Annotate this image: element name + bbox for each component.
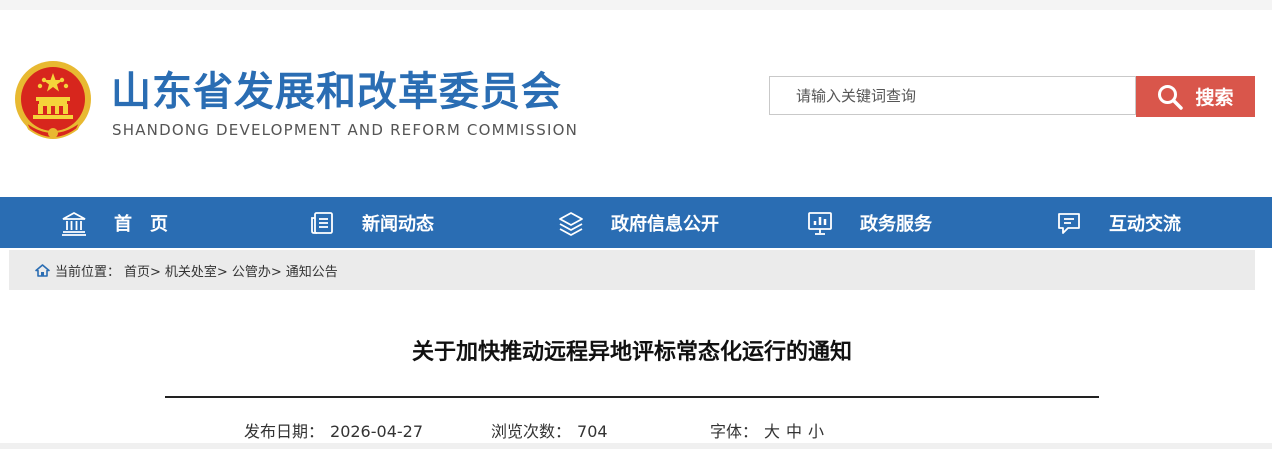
breadcrumb-item-departments[interactable]: 机关处室> — [165, 261, 228, 280]
font-size-small[interactable]: 小 — [808, 422, 824, 441]
nav-label-news: 新闻动态 — [362, 213, 434, 235]
breadcrumb: 当前位置： 首页> 机关处室> 公管办> 通知公告 — [9, 250, 1255, 290]
search-icon — [1158, 84, 1184, 110]
building-icon — [60, 209, 88, 237]
nav-item-gov-info[interactable]: 政府信息公开 — [557, 197, 719, 248]
bottom-strip — [0, 443, 1272, 449]
nav-label-gov-info: 政府信息公开 — [611, 213, 719, 235]
breadcrumb-item-home[interactable]: 首页> — [124, 261, 161, 280]
view-count-value: 704 — [577, 422, 608, 441]
breadcrumb-item-notices[interactable]: 通知公告 — [286, 261, 338, 280]
news-icon — [308, 209, 336, 237]
nav-item-services[interactable]: 政务服务 — [806, 197, 932, 248]
title-divider — [165, 396, 1099, 398]
publish-date: 发布日期： 2026-04-27 — [244, 418, 423, 442]
breadcrumb-prefix: 当前位置： — [55, 264, 121, 280]
view-count: 浏览次数： 704 — [491, 418, 608, 442]
layers-icon — [557, 209, 585, 237]
site-subtitle: SHANDONG DEVELOPMENT AND REFORM COMMISSI… — [112, 121, 579, 139]
top-strip — [0, 0, 1272, 10]
font-size-switcher: 字体： 大中小 — [710, 418, 830, 442]
article-title: 关于加快推动远程异地评标常态化运行的通知 — [411, 340, 852, 365]
nav-label-home: 首 页 — [114, 213, 168, 235]
chat-icon — [1055, 209, 1083, 237]
national-emblem-logo — [15, 61, 91, 139]
font-size-large[interactable]: 大 — [764, 422, 780, 441]
font-size-medium[interactable]: 中 — [786, 422, 802, 441]
search-button-label: 搜索 — [1195, 87, 1234, 109]
nav-item-home[interactable]: 首 页 — [60, 197, 168, 248]
main-nav: 首 页 新闻动态 政府信息公开 政务服务 互动交流 — [0, 197, 1272, 248]
breadcrumb-item-office[interactable]: 公管办> — [232, 261, 282, 280]
search-input[interactable] — [769, 76, 1136, 115]
nav-item-news[interactable]: 新闻动态 — [308, 197, 434, 248]
search-button[interactable]: 搜索 — [1136, 76, 1255, 117]
chart-monitor-icon — [806, 209, 834, 237]
view-count-label: 浏览次数： — [491, 422, 572, 441]
nav-label-services: 政务服务 — [860, 213, 932, 235]
nav-label-interaction: 互动交流 — [1109, 213, 1181, 235]
site-title: 山东省发展和改革委员会 — [111, 69, 562, 115]
font-size-label: 字体： — [710, 422, 759, 441]
nav-item-interaction[interactable]: 互动交流 — [1055, 197, 1181, 248]
publish-date-label: 发布日期： — [244, 422, 325, 441]
publish-date-value: 2026-04-27 — [330, 422, 423, 441]
home-location-icon — [35, 263, 50, 277]
